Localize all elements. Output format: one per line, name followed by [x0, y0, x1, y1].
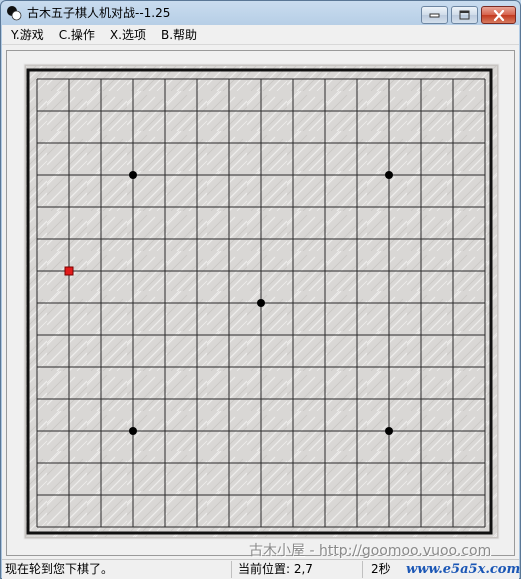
watermark-text: 古木小屋 - http://goomoo.vuoo.com	[249, 543, 492, 559]
board-area: 古木小屋 - http://goomoo.vuoo.com	[6, 50, 515, 559]
menu-bar: Y.游戏 C.操作 X.选项 B.帮助	[2, 25, 519, 45]
maximize-icon	[459, 10, 470, 20]
go-stones-icon	[6, 5, 22, 21]
menu-operate[interactable]: C.操作	[53, 26, 101, 43]
client-area: 古木小屋 - http://goomoo.vuoo.com	[2, 45, 519, 559]
status-bar: 现在轮到您下棋了。 当前位置: 2,7 2秒 www.e5a5x.com	[2, 559, 520, 579]
minimize-icon	[429, 13, 440, 18]
status-timer: 2秒	[362, 561, 404, 578]
star-point	[129, 427, 137, 435]
app-window: 古木五子棋人机对战--1.25 Y.游戏 C.操作 X.选项 B.帮助 古木小屋…	[0, 0, 521, 579]
site-logo: www.e5a5x.com	[406, 562, 520, 578]
star-point	[257, 299, 265, 307]
site-logo-url: www.e5a5x.com	[406, 562, 521, 577]
menu-options[interactable]: X.选项	[104, 26, 152, 43]
status-message: 现在轮到您下棋了。	[5, 562, 114, 576]
cursor-layer	[64, 266, 74, 276]
gomoku-board[interactable]	[7, 51, 514, 555]
menu-game[interactable]: Y.游戏	[5, 26, 50, 43]
cursor-marker	[64, 266, 74, 276]
minimize-button[interactable]	[421, 6, 448, 24]
star-point	[129, 171, 137, 179]
close-icon	[493, 9, 504, 21]
title-bar[interactable]: 古木五子棋人机对战--1.25	[1, 1, 520, 25]
window-title: 古木五子棋人机对战--1.25	[27, 6, 171, 20]
menu-help[interactable]: B.帮助	[155, 26, 203, 43]
close-button[interactable]	[481, 6, 516, 24]
star-point	[385, 171, 393, 179]
status-position: 当前位置: 2,7	[231, 561, 361, 578]
star-point	[385, 427, 393, 435]
maximize-button[interactable]	[451, 6, 478, 24]
